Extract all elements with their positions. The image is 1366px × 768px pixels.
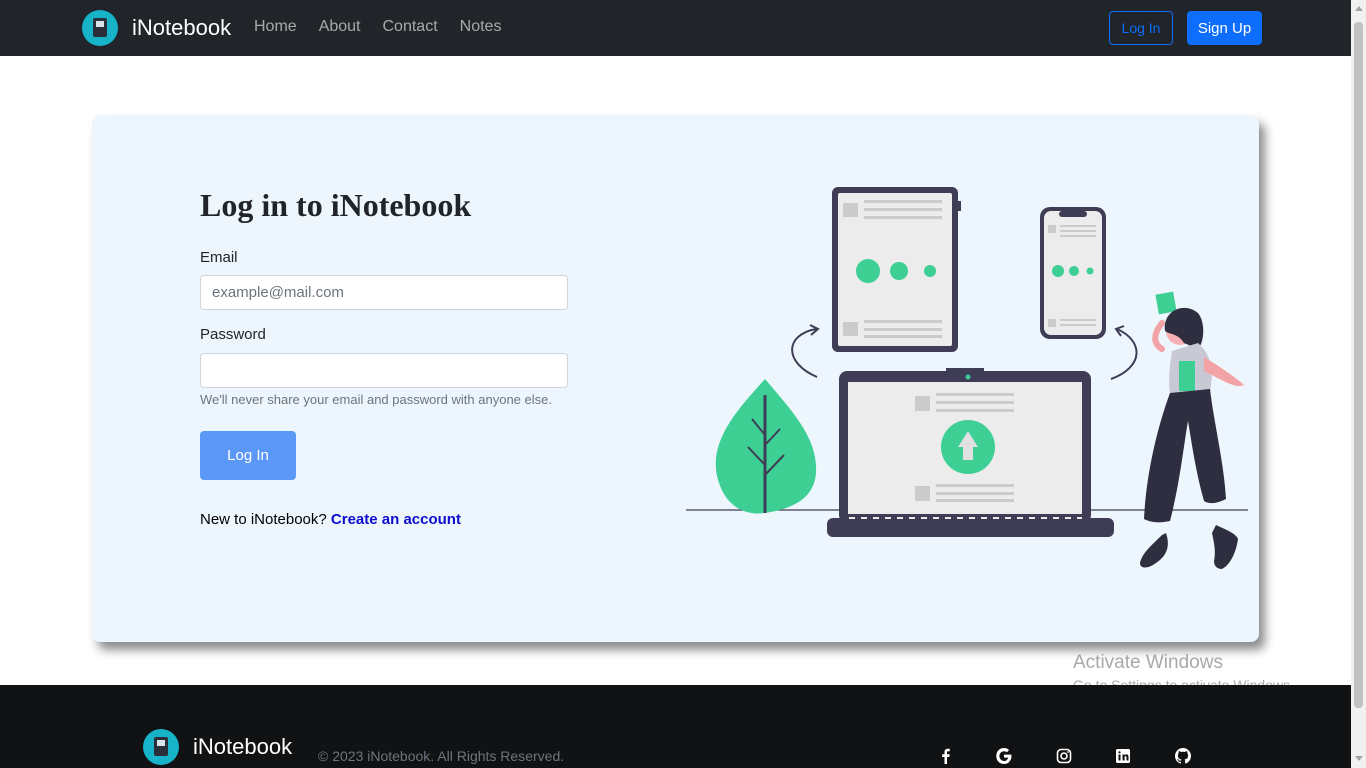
scroll-thumb[interactable] [1354, 22, 1363, 708]
leaf-graphic [715, 379, 817, 514]
signup-prompt: New to iNotebook? Create an account [200, 511, 461, 528]
nav-signup-button[interactable]: Sign Up [1187, 11, 1262, 45]
linkedin-icon[interactable] [1115, 748, 1131, 764]
nav-link-contact[interactable]: Contact [383, 18, 438, 36]
activate-windows-title: Activate Windows [1073, 652, 1223, 673]
copyright-text: © 2023 iNotebook. All Rights Reserved. [318, 748, 565, 764]
github-icon[interactable] [1175, 748, 1191, 764]
nav-link-notes[interactable]: Notes [460, 18, 502, 36]
create-account-link[interactable]: Create an account [331, 511, 461, 528]
woman-graphic [1140, 291, 1244, 569]
instagram-icon[interactable] [1056, 748, 1072, 764]
privacy-help-text: We'll never share your email and passwor… [200, 392, 552, 407]
scroll-up-arrow-icon[interactable] [1355, 6, 1363, 11]
footer: iNotebook © 2023 iNotebook. All Rights R… [0, 685, 1351, 768]
navbar: iNotebook Home About Contact Notes Log I… [0, 0, 1351, 56]
email-field[interactable] [200, 275, 568, 310]
nav-links: Home About Contact Notes [254, 18, 501, 36]
footer-brand[interactable]: iNotebook [143, 729, 292, 765]
facebook-icon[interactable] [938, 748, 954, 764]
email-label: Email [200, 249, 238, 266]
password-label: Password [200, 326, 266, 343]
brand-name: iNotebook [132, 15, 232, 40]
password-field[interactable] [200, 353, 568, 388]
laptop-graphic [827, 368, 1114, 537]
nav-link-about[interactable]: About [319, 18, 361, 36]
navbar-brand[interactable]: iNotebook [82, 10, 231, 46]
vertical-scrollbar[interactable] [1351, 0, 1366, 768]
phone-graphic [1040, 207, 1106, 339]
devices-illustration [686, 187, 1248, 569]
notebook-logo-icon [143, 729, 179, 765]
notebook-logo-icon [82, 10, 118, 46]
google-icon[interactable] [996, 748, 1012, 764]
login-submit-button[interactable]: Log In [200, 431, 296, 480]
scroll-down-arrow-icon[interactable] [1355, 756, 1363, 761]
tablet-graphic [832, 187, 961, 352]
new-to-text: New to iNotebook? [200, 511, 327, 528]
footer-brand-name: iNotebook [193, 734, 293, 759]
login-card: Log in to iNotebook Email Password We'll… [92, 115, 1259, 642]
nav-login-button[interactable]: Log In [1109, 11, 1173, 45]
page-title: Log in to iNotebook [200, 187, 472, 223]
nav-link-home[interactable]: Home [254, 18, 297, 36]
